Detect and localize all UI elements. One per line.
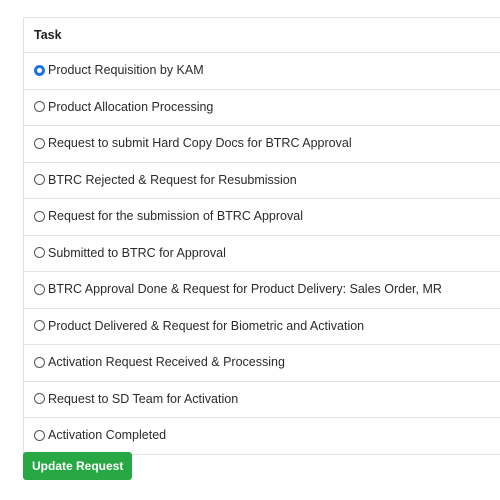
- task-option[interactable]: BTRC Approval Done & Request for Product…: [34, 272, 442, 306]
- radio-button[interactable]: [34, 356, 45, 368]
- task-option[interactable]: Product Delivered & Request for Biometri…: [34, 309, 364, 343]
- task-option-row[interactable]: BTRC Approval Done & Request for Product…: [23, 271, 500, 309]
- task-option-label[interactable]: Request for the submission of BTRC Appro…: [48, 199, 303, 233]
- task-option-cell[interactable]: Product Delivered & Request for Biometri…: [23, 308, 500, 345]
- radio-button[interactable]: [34, 101, 45, 112]
- task-option-cell[interactable]: Product Requisition by KAM: [23, 52, 500, 90]
- task-option-cell[interactable]: BTRC Approval Done & Request for Product…: [23, 271, 500, 309]
- task-options-body: Product Requisition by KAM Product Alloc…: [23, 52, 500, 455]
- task-option-row[interactable]: Activation Completed: [23, 417, 500, 455]
- task-option-row[interactable]: Product Allocation Processing: [23, 89, 500, 126]
- task-option-label[interactable]: Activation Request Received & Processing: [48, 345, 285, 379]
- task-option-cell[interactable]: BTRC Rejected & Request for Resubmission: [23, 162, 500, 199]
- table-header-row: Task: [23, 17, 500, 53]
- task-option-cell[interactable]: Request to SD Team for Activation: [23, 381, 500, 418]
- task-option-label[interactable]: Activation Completed: [48, 418, 166, 452]
- radio-button[interactable]: [34, 64, 45, 76]
- task-option-label[interactable]: Product Delivered & Request for Biometri…: [48, 309, 364, 343]
- radio-button[interactable]: [34, 393, 45, 404]
- update-request-button[interactable]: Update Request: [23, 452, 133, 480]
- task-table: Task Product Requisition by KAM Product …: [23, 17, 500, 455]
- task-option-cell[interactable]: Request to submit Hard Copy Docs for BTR…: [23, 125, 500, 163]
- task-option-row[interactable]: Request to SD Team for Activation: [23, 381, 500, 418]
- task-option-label[interactable]: BTRC Approval Done & Request for Product…: [48, 272, 442, 306]
- radio-button[interactable]: [34, 210, 45, 222]
- radio-button[interactable]: [34, 137, 45, 149]
- radio-button[interactable]: [34, 283, 45, 295]
- task-option[interactable]: Activation Request Received & Processing: [34, 345, 285, 379]
- task-option[interactable]: Submitted to BTRC for Approval: [34, 236, 226, 270]
- task-option-cell[interactable]: Product Allocation Processing: [23, 89, 500, 126]
- task-option[interactable]: Product Allocation Processing: [34, 90, 213, 124]
- task-option-row[interactable]: Product Delivered & Request for Biometri…: [23, 308, 500, 345]
- task-option-label[interactable]: Request to SD Team for Activation: [48, 382, 238, 416]
- task-option[interactable]: Activation Completed: [34, 418, 166, 452]
- task-option-label[interactable]: Submitted to BTRC for Approval: [48, 236, 226, 270]
- task-option-label[interactable]: BTRC Rejected & Request for Resubmission: [48, 163, 297, 197]
- column-header-task: Task: [23, 17, 500, 53]
- task-panel: Task Product Requisition by KAM Product …: [23, 17, 500, 455]
- radio-button[interactable]: [34, 429, 45, 441]
- radio-button[interactable]: [34, 247, 45, 258]
- task-option-cell[interactable]: Submitted to BTRC for Approval: [23, 235, 500, 272]
- task-option-row[interactable]: Request for the submission of BTRC Appro…: [23, 198, 500, 236]
- task-option-row[interactable]: Request to submit Hard Copy Docs for BTR…: [23, 125, 500, 163]
- task-option[interactable]: Request to SD Team for Activation: [34, 382, 238, 416]
- task-option-label[interactable]: Product Requisition by KAM: [48, 53, 204, 87]
- task-option[interactable]: Product Requisition by KAM: [34, 53, 204, 87]
- task-option-cell[interactable]: Activation Request Received & Processing: [23, 344, 500, 382]
- task-option-label[interactable]: Product Allocation Processing: [48, 90, 213, 124]
- task-option-cell[interactable]: Request for the submission of BTRC Appro…: [23, 198, 500, 236]
- radio-button[interactable]: [34, 174, 45, 185]
- task-option-label[interactable]: Request to submit Hard Copy Docs for BTR…: [48, 126, 352, 160]
- radio-button[interactable]: [34, 320, 45, 331]
- task-option[interactable]: Request for the submission of BTRC Appro…: [34, 199, 303, 233]
- task-option-row[interactable]: Product Requisition by KAM: [23, 52, 500, 90]
- task-option[interactable]: BTRC Rejected & Request for Resubmission: [34, 163, 297, 197]
- task-option-cell[interactable]: Activation Completed: [23, 417, 500, 455]
- task-option-row[interactable]: Submitted to BTRC for Approval: [23, 235, 500, 272]
- task-option-row[interactable]: BTRC Rejected & Request for Resubmission: [23, 162, 500, 199]
- task-option[interactable]: Request to submit Hard Copy Docs for BTR…: [34, 126, 352, 160]
- task-option-row[interactable]: Activation Request Received & Processing: [23, 344, 500, 382]
